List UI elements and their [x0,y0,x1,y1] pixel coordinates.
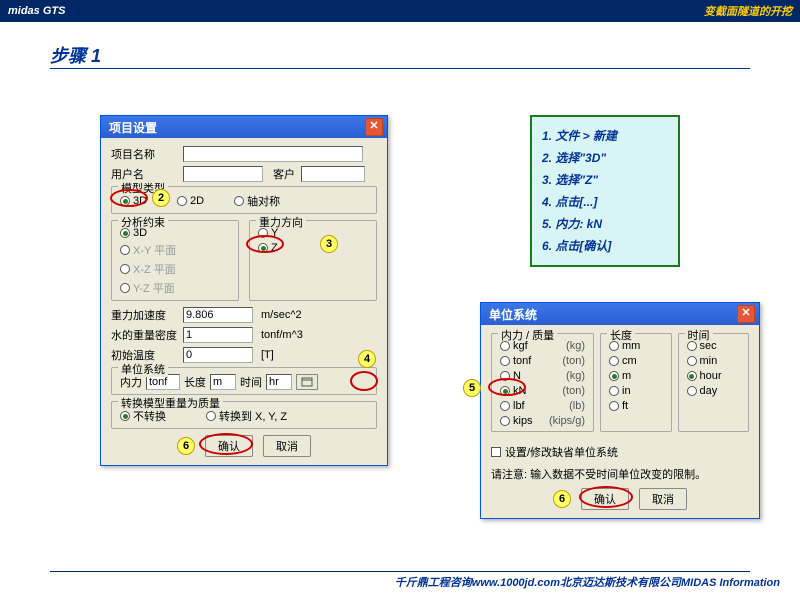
project-name-input[interactable] [183,146,363,162]
marker-6a: 6 [177,437,195,455]
radio-time-day[interactable]: day [687,385,741,397]
unit-system-dialog: 单位系统 ✕ 内力 / 质量 kgf(kg)tonf(ton)N(kg)kN(t… [480,302,760,519]
default-units-checkbox[interactable] [491,447,501,457]
radio-force-tonf[interactable]: tonf(ton) [500,355,585,367]
instruction-box: 1. 文件 > 新建 2. 选择"3D" 3. 选择"Z" 4. 点击[...]… [530,115,680,267]
marker-6b: 6 [553,490,571,508]
accel-input[interactable] [183,307,253,323]
marker-5: 5 [463,379,481,397]
user-name-input[interactable] [183,166,263,182]
radio-noconvert[interactable]: 不转换 [120,408,166,424]
ok-button-1[interactable]: 确认 [205,435,253,457]
unit-note: 请注意: 输入数据不受时间单位改变的限制。 [491,466,749,482]
close-icon-2[interactable]: ✕ [737,305,755,323]
radio-len-m[interactable]: m [609,370,663,382]
time-input[interactable] [266,374,292,390]
radio-len-mm[interactable]: mm [609,340,663,352]
client-input[interactable] [301,166,365,182]
dialog1-title: 项目设置 [109,119,157,136]
header-left: midas GTS [8,5,65,17]
dialog2-titlebar[interactable]: 单位系统 ✕ [481,303,759,325]
close-icon[interactable]: ✕ [365,118,383,136]
radio-3d[interactable]: 3D [120,193,147,209]
client-label: 客户 [273,166,301,182]
project-settings-dialog: 项目设置 ✕ 项目名称 用户名 客户 模型类型 3D 2D 轴对称 2 分析约束 [100,115,388,466]
density-unit: tonf/m^3 [261,329,303,341]
header-bar: midas GTS 变截面隧道的开挖 [0,0,800,22]
density-input[interactable] [183,327,253,343]
radio-force-N[interactable]: N(kg) [500,370,585,382]
radio-z[interactable]: Z [258,242,368,254]
radio-analysis-3d[interactable]: 3D [120,227,230,239]
length-input[interactable] [210,374,236,390]
radio-force-lbf[interactable]: lbf(lb) [500,400,585,412]
note-6: 6. 点击[确认] [542,235,668,257]
radio-time-min[interactable]: min [687,355,741,367]
radio-len-cm[interactable]: cm [609,355,663,367]
marker-4: 4 [358,350,376,368]
radio-axisym[interactable]: 轴对称 [234,193,280,209]
header-right: 变截面隧道的开挖 [704,3,792,19]
note-1: 1. 文件 > 新建 [542,125,668,147]
length-label: 长度 [184,374,206,390]
temp-unit: [T] [261,349,274,361]
accel-unit: m/sec^2 [261,309,302,321]
radio-convert-xyz[interactable]: 转换到 X, Y, Z [206,408,287,424]
cancel-button-2[interactable]: 取消 [639,488,687,510]
radio-len-in[interactable]: in [609,385,663,397]
note-4: 4. 点击[...] [542,191,668,213]
project-name-label: 项目名称 [111,146,183,162]
chk-label: 设置/修改缺省单位系统 [505,444,618,460]
note-3: 3. 选择"Z" [542,169,668,191]
density-label: 水的重量密度 [111,327,183,343]
radio-xy: X-Y 平面 [120,242,230,258]
footer-line [50,571,750,572]
step-title: 步骤 1 [50,42,101,68]
units-label: 单位系统 [118,361,168,377]
radio-2d[interactable]: 2D [177,193,204,209]
time-label: 时间 [240,374,262,390]
dialog1-titlebar[interactable]: 项目设置 ✕ [101,116,387,138]
radio-time-sec[interactable]: sec [687,340,741,352]
accel-label: 重力加速度 [111,307,183,323]
step-line [50,68,750,69]
marker-3: 3 [320,235,338,253]
temp-input[interactable] [183,347,253,363]
cancel-button-1[interactable]: 取消 [263,435,311,457]
note-5: 5. 内力: kN [542,213,668,235]
radio-xz: X-Z 平面 [120,261,230,277]
radio-force-kN[interactable]: kN(ton) [500,385,585,397]
radio-yz: Y-Z 平面 [120,280,230,296]
ok-button-2[interactable]: 确认 [581,488,629,510]
marker-2: 2 [152,189,170,207]
radio-force-kgf[interactable]: kgf(kg) [500,340,585,352]
radio-time-hour[interactable]: hour [687,370,741,382]
dialog2-title: 单位系统 [489,306,537,323]
radio-y[interactable]: Y [258,227,368,239]
note-2: 2. 选择"3D" [542,147,668,169]
radio-len-ft[interactable]: ft [609,400,663,412]
units-browse-button[interactable] [296,374,318,390]
radio-force-kips[interactable]: kips(kips/g) [500,415,585,427]
footer-text: 千斤鼎工程咨询www.1000jd.com北京迈达斯技术有限公司MIDAS In… [395,574,780,590]
